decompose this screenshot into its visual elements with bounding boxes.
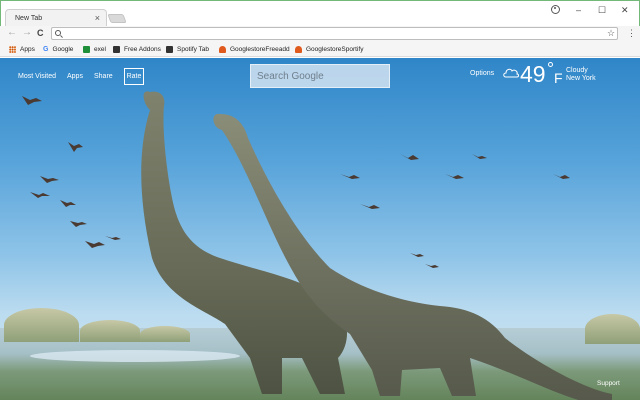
apps-grid-icon [9, 46, 16, 53]
weather-details: Cloudy New York [566, 67, 596, 83]
maximize-button[interactable]: ☐ [598, 5, 606, 16]
degree-symbol [548, 62, 553, 67]
dinosaur-wallpaper [22, 91, 612, 400]
cloud-icon [503, 68, 519, 78]
new-tab-page: Most Visited Apps Share Rate Search Goog… [0, 58, 640, 400]
weather-location: New York [566, 75, 596, 82]
search-icon [55, 30, 61, 36]
close-tab-icon[interactable]: × [95, 13, 100, 23]
account-icon[interactable] [551, 5, 560, 14]
bookmark-exel[interactable]: exel [83, 45, 106, 54]
tab-title: New Tab [15, 15, 43, 22]
new-tab-button[interactable] [107, 14, 127, 23]
title-bar: New Tab × – ☐ ✕ [0, 0, 640, 27]
tab-new-tab[interactable]: New Tab × [5, 9, 107, 27]
bookmark-free-addons[interactable]: Free Addons [113, 45, 161, 54]
close-window-button[interactable]: ✕ [621, 5, 629, 16]
menu-icon[interactable]: ⋮ [627, 28, 636, 39]
apps-link[interactable]: Apps [67, 73, 83, 80]
bookmark-googlestore-freeadd[interactable]: GooglestoreFreeadd [219, 45, 290, 54]
back-button[interactable]: ← [7, 27, 17, 38]
forward-button[interactable]: → [22, 27, 32, 38]
addon-icon [113, 46, 120, 53]
store-icon [219, 46, 226, 53]
browser-toolbar: ← → C [0, 26, 640, 42]
reload-button[interactable]: C [37, 28, 44, 38]
weather-condition: Cloudy [566, 67, 588, 74]
support-link[interactable]: Support [597, 380, 620, 387]
most-visited-link[interactable]: Most Visited [18, 73, 56, 80]
store-icon [295, 46, 302, 53]
weather-unit: F [554, 70, 563, 86]
address-bar[interactable] [51, 27, 618, 40]
share-link[interactable]: Share [94, 73, 113, 80]
bookmark-star-icon[interactable]: ☆ [607, 28, 615, 39]
bookmarks-bar: Apps G Google exel Free Addons Spotify T… [0, 42, 640, 57]
sheet-icon [83, 46, 90, 53]
search-google-input[interactable]: Search Google [250, 64, 390, 88]
bookmark-spotify-tab[interactable]: Spotify Tab [166, 45, 209, 54]
bookmark-apps[interactable]: Apps [9, 45, 35, 54]
weather-temperature: 49 [520, 61, 546, 87]
options-link[interactable]: Options [470, 70, 494, 77]
google-icon: G [43, 46, 49, 53]
minimize-button[interactable]: – [576, 5, 581, 15]
rate-button[interactable]: Rate [124, 68, 144, 85]
bookmark-googlestore-sportify[interactable]: GooglestoreSportify [295, 45, 363, 54]
addon-icon [166, 46, 173, 53]
bookmark-google[interactable]: G Google [43, 45, 73, 54]
